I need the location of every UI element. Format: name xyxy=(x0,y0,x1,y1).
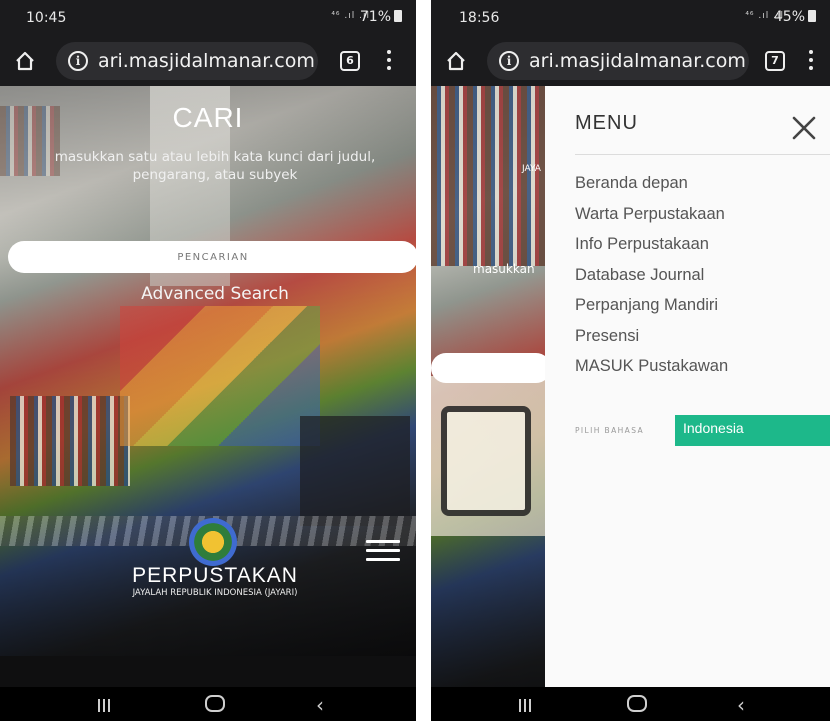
tabs-icon[interactable]: 7 xyxy=(765,51,785,71)
battery-percent: 45% xyxy=(773,9,805,25)
close-icon[interactable] xyxy=(789,113,819,143)
nav-home-icon[interactable] xyxy=(205,695,225,712)
home-icon[interactable] xyxy=(14,50,36,72)
address-bar[interactable]: i ari.masjidalmanar.com xyxy=(487,42,749,80)
menu-title: MENU xyxy=(575,112,638,134)
home-icon[interactable] xyxy=(445,50,467,72)
browser-toolbar: i ari.masjidalmanar.com 6 xyxy=(0,36,416,86)
battery-percent: 71% xyxy=(359,9,391,25)
url-text: ari.masjidalmanar.com xyxy=(98,50,315,72)
info-icon[interactable]: i xyxy=(68,51,88,71)
phone-screen-right: 18:56 ⁴⁶ .ıl .ıl 45% i ari.masjidalmanar… xyxy=(431,0,830,721)
battery-icon xyxy=(808,10,816,22)
browser-toolbar: i ari.masjidalmanar.com 7 xyxy=(431,36,830,86)
menu-drawer: MENU Beranda depan Warta Perpustakaan In… xyxy=(545,86,830,687)
address-bar[interactable]: i ari.masjidalmanar.com xyxy=(56,42,318,80)
search-input[interactable] xyxy=(8,241,416,273)
menu-item-beranda[interactable]: Beranda depan xyxy=(575,168,728,199)
battery-icon xyxy=(394,10,402,22)
library-logo xyxy=(189,518,237,566)
nav-home-icon[interactable] xyxy=(627,695,647,712)
battery-indicator: 45% xyxy=(774,9,816,25)
info-icon[interactable]: i xyxy=(499,51,519,71)
system-nav-bar: ‹ xyxy=(431,687,830,721)
nav-back-icon[interactable]: ‹ xyxy=(737,693,745,717)
battery-indicator: 71% xyxy=(360,9,402,25)
menu-list: Beranda depan Warta Perpustakaan Info Pe… xyxy=(575,168,728,382)
hamburger-icon[interactable] xyxy=(366,540,400,564)
library-name: PERPUSTAKAN xyxy=(132,564,298,587)
kebab-menu-icon[interactable] xyxy=(808,50,814,72)
status-time: 18:56 xyxy=(459,10,500,26)
status-bar: 10:45 ⁴⁶ .ıl .ıl 71% xyxy=(0,0,416,36)
tabs-icon[interactable]: 6 xyxy=(340,51,360,71)
menu-item-database[interactable]: Database Journal xyxy=(575,260,728,291)
search-instructions: masukkan satu atau lebih kata kunci dari… xyxy=(54,149,376,183)
url-text: ari.masjidalmanar.com xyxy=(529,50,746,72)
menu-item-masuk[interactable]: MASUK Pustakawan xyxy=(575,351,728,382)
library-tagline: JAYALAH REPUBLIK INDONESIA (JAYARI) xyxy=(132,588,298,598)
advanced-search-link[interactable]: Advanced Search xyxy=(0,284,416,304)
system-nav-bar: ‹ xyxy=(0,687,416,721)
language-select[interactable]: Indonesia xyxy=(675,415,830,446)
menu-item-perpanjang[interactable]: Perpanjang Mandiri xyxy=(575,290,728,321)
kebab-menu-icon[interactable] xyxy=(386,50,392,72)
nav-recent-icon[interactable] xyxy=(98,697,114,712)
menu-item-info[interactable]: Info Perpustakaan xyxy=(575,229,728,260)
background-text-fragment: JAYA xyxy=(522,164,541,174)
status-time: 10:45 xyxy=(26,10,67,26)
menu-item-presensi[interactable]: Presensi xyxy=(575,321,728,352)
language-label: PILIH BAHASA xyxy=(575,426,645,435)
background-search-pill xyxy=(431,353,551,383)
background-text-fragment: masukkan xyxy=(473,262,535,276)
status-bar: 18:56 ⁴⁶ .ıl .ıl 45% xyxy=(431,0,830,36)
nav-back-icon[interactable]: ‹ xyxy=(316,693,324,717)
page-title: CARI xyxy=(172,102,244,133)
menu-divider xyxy=(575,154,830,155)
nav-recent-icon[interactable] xyxy=(519,697,535,712)
phone-screen-left: 10:45 ⁴⁶ .ıl .ıl 71% i ari.masjidalmanar… xyxy=(0,0,416,721)
menu-item-warta[interactable]: Warta Perpustakaan xyxy=(575,199,728,230)
